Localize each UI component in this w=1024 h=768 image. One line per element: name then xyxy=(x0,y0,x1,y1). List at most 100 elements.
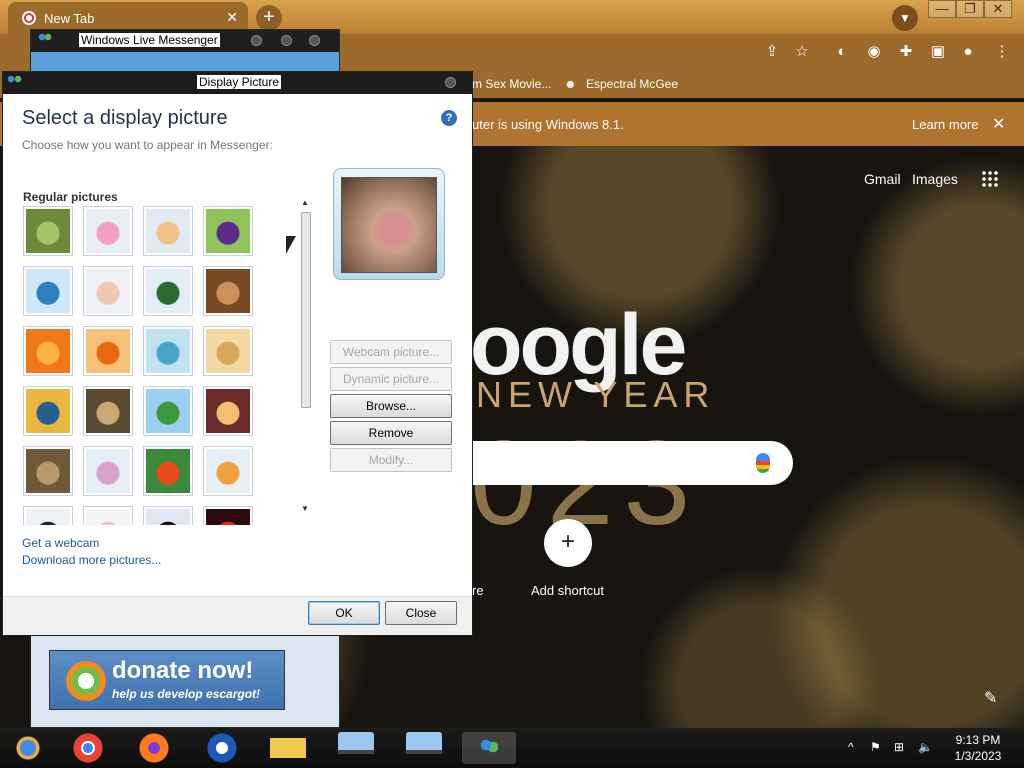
extension-flag-icon[interactable]: ◐ xyxy=(832,42,852,62)
search-input[interactable] xyxy=(440,441,793,485)
google-apps-icon[interactable] xyxy=(981,170,999,188)
new-tab-button[interactable]: + xyxy=(256,5,282,31)
picture-gifts[interactable] xyxy=(203,446,253,496)
picture-surfer[interactable] xyxy=(83,206,133,256)
menu-kebab-icon[interactable]: ⋮ xyxy=(992,42,1012,62)
close-tab-icon[interactable]: ✕ xyxy=(226,9,238,26)
gmail-link[interactable]: Gmail xyxy=(864,171,901,187)
picture-guitar-player[interactable] xyxy=(83,446,133,496)
picture-businessman[interactable] xyxy=(143,266,193,316)
messenger-people-icon xyxy=(480,739,498,757)
remove-button[interactable]: Remove xyxy=(330,421,452,445)
scroll-down-arrow-icon[interactable]: ▼ xyxy=(301,504,309,513)
picture-thumbnail xyxy=(206,209,250,253)
messenger-taskbar-icon[interactable] xyxy=(10,732,46,764)
picture-tennis[interactable] xyxy=(143,206,193,256)
picture-sand-dune[interactable] xyxy=(203,326,253,376)
picture-suitcase[interactable] xyxy=(203,266,253,316)
close-infobar-icon[interactable]: ✕ xyxy=(992,114,1005,134)
network-icon[interactable]: ⊞ xyxy=(894,740,904,754)
dialog-close-button[interactable] xyxy=(445,77,456,88)
bookmark-item[interactable]: m Sex Movie... xyxy=(472,77,551,91)
file-explorer-taskbar-icon[interactable] xyxy=(270,732,306,764)
donate-subtitle: help us develop escargot! xyxy=(112,687,261,701)
maximize-button[interactable] xyxy=(281,35,292,46)
picture-skater[interactable] xyxy=(203,386,253,436)
picture-bass-clef[interactable] xyxy=(23,386,73,436)
scroll-up-arrow-icon[interactable]: ▲ xyxy=(301,198,309,207)
picture-thumbnail xyxy=(146,269,190,313)
picture-chef[interactable] xyxy=(83,266,133,316)
picture-beach[interactable] xyxy=(143,326,193,376)
picture-thumbnail xyxy=(146,449,190,493)
minimize-button[interactable]: — xyxy=(928,0,956,18)
picture-thumbnail xyxy=(86,509,130,525)
firefox-taskbar-icon[interactable] xyxy=(136,732,172,764)
close-dialog-button[interactable]: Close xyxy=(385,601,457,625)
extensions-puzzle-icon[interactable]: ✚ xyxy=(896,42,916,62)
remote-desktop-taskbar-icon[interactable] xyxy=(338,732,374,764)
remote-desktop-taskbar-icon[interactable] xyxy=(406,732,442,764)
picture-goldfish[interactable] xyxy=(83,326,133,376)
tab-search-button[interactable]: ▼ xyxy=(892,5,918,31)
messenger-active-taskbar-icon[interactable] xyxy=(462,732,516,764)
chrome-taskbar-icon[interactable] xyxy=(70,732,106,764)
side-panel-icon[interactable]: ▣ xyxy=(928,42,948,62)
picture-gerbera-daisy[interactable] xyxy=(23,326,73,376)
picture-thumbnail xyxy=(206,449,250,493)
microphone-icon[interactable] xyxy=(756,453,770,473)
picture-soccer-player[interactable] xyxy=(23,266,73,316)
picture-thumbnail xyxy=(86,389,130,433)
scrollbar-thumb[interactable] xyxy=(301,212,311,408)
get-webcam-link[interactable]: Get a webcam xyxy=(22,536,99,550)
escargot-taskbar-icon[interactable] xyxy=(204,732,240,764)
infobar-message: uter is using Windows 8.1. xyxy=(472,117,624,132)
images-link[interactable]: Images xyxy=(912,171,958,187)
modify-button[interactable]: Modify... xyxy=(330,448,452,472)
display-picture-dialog: Display Picture Select a display picture… xyxy=(2,71,473,636)
picture-horse[interactable] xyxy=(143,506,193,525)
picture-chess[interactable] xyxy=(83,386,133,436)
picture-bamboo[interactable] xyxy=(23,206,73,256)
picture-sports-balls[interactable] xyxy=(143,446,193,496)
help-icon[interactable]: ? xyxy=(441,110,457,126)
minimize-button[interactable] xyxy=(251,35,262,46)
taskbar-clock[interactable]: 9:13 PM 1/3/2023 xyxy=(948,732,1008,764)
picture-thumbnail xyxy=(26,269,70,313)
bookmark-item[interactable]: Espectral McGee xyxy=(586,77,678,91)
share-icon[interactable]: ⇪ xyxy=(762,42,782,62)
picture-scrollbar[interactable]: ▲ ▼ xyxy=(299,198,313,518)
download-pictures-link[interactable]: Download more pictures... xyxy=(22,553,161,567)
picture-thumbnail xyxy=(26,509,70,525)
browse-button[interactable]: Browse... xyxy=(330,394,452,418)
volume-icon[interactable]: 🔈 xyxy=(918,740,933,754)
account-avatar-icon[interactable]: ● xyxy=(958,42,978,62)
picture-ghost[interactable] xyxy=(83,506,133,525)
bookmark-star-icon[interactable]: ☆ xyxy=(792,42,812,62)
webcam-picture-button[interactable]: Webcam picture... xyxy=(330,340,452,364)
profile-extension-icon[interactable]: ◉ xyxy=(864,42,884,62)
picture-thumbnail xyxy=(26,449,70,493)
picture-gamer-girl[interactable] xyxy=(203,206,253,256)
picture-thumbnail xyxy=(86,329,130,373)
picture-kitten[interactable] xyxy=(23,446,73,496)
maximize-button[interactable]: ❐ xyxy=(956,0,984,18)
action-center-flag-icon[interactable]: ⚑ xyxy=(870,740,881,754)
ok-button[interactable]: OK xyxy=(308,601,380,625)
learn-more-link[interactable]: Learn more xyxy=(912,117,978,132)
picture-ninja[interactable] xyxy=(23,506,73,525)
close-window-button[interactable]: ✕ xyxy=(984,0,1012,18)
mouse-cursor-icon xyxy=(286,236,296,254)
current-picture-preview xyxy=(333,168,445,280)
show-hidden-icons-icon[interactable]: ^ xyxy=(848,740,854,754)
donate-banner[interactable]: donate now! help us develop escargot! xyxy=(49,650,285,710)
customize-pencil-icon[interactable]: ✎ xyxy=(984,688,997,708)
picture-fireworks[interactable] xyxy=(203,506,253,525)
messenger-title: Windows Live Messenger xyxy=(79,33,220,47)
add-shortcut-button[interactable]: + xyxy=(544,519,592,567)
picture-soccer-field[interactable] xyxy=(143,386,193,436)
close-button[interactable] xyxy=(309,35,320,46)
shortcut-label[interactable]: re xyxy=(472,583,484,598)
dynamic-picture-button[interactable]: Dynamic picture... xyxy=(330,367,452,391)
escargot-logo-icon xyxy=(66,661,106,701)
